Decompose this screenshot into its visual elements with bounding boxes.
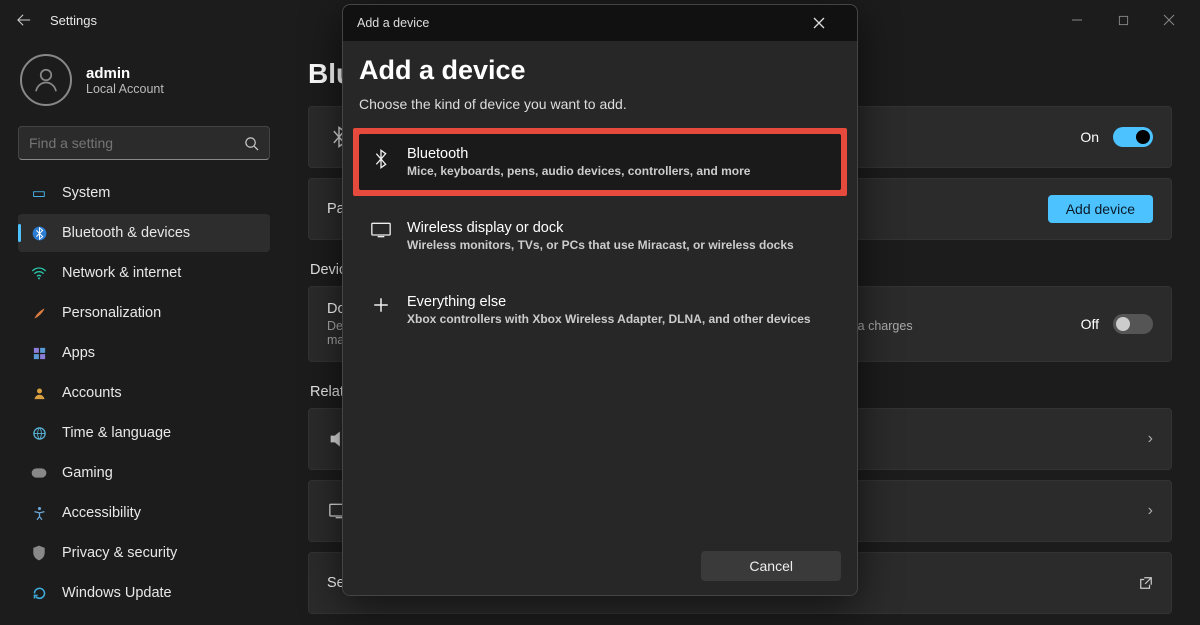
search-box[interactable] (18, 126, 270, 160)
sidebar: admin Local Account ▭ System Bluetooth &… (0, 40, 280, 625)
nav-gaming[interactable]: Gaming (18, 454, 270, 492)
download-state-label: Off (1081, 316, 1099, 332)
accessibility-icon (30, 504, 48, 522)
option-everything-else[interactable]: Everything else Xbox controllers with Xb… (359, 282, 841, 338)
maximize-icon (1118, 15, 1129, 26)
search-input[interactable] (29, 135, 244, 151)
option-desc: Mice, keyboards, pens, audio devices, co… (407, 164, 750, 178)
option-desc: Wireless monitors, TVs, or PCs that use … (407, 238, 794, 252)
plus-icon (369, 294, 393, 314)
nav-label: Gaming (62, 465, 113, 481)
dialog-titlebar-text: Add a device (357, 16, 429, 30)
update-icon (30, 584, 48, 602)
chevron-right-icon: › (1148, 502, 1153, 520)
bluetooth-toggle[interactable] (1113, 127, 1153, 147)
dialog-titlebar: Add a device (343, 5, 857, 41)
bluetooth-icon (369, 146, 393, 170)
nav-accounts[interactable]: Accounts (18, 374, 270, 412)
nav-label: Apps (62, 345, 95, 361)
close-icon (813, 17, 825, 29)
nav-time-language[interactable]: Time & language (18, 414, 270, 452)
person-icon (31, 65, 61, 95)
nav: ▭ System Bluetooth & devices Network & i… (18, 174, 270, 612)
download-toggle[interactable] (1113, 314, 1153, 334)
avatar (20, 54, 72, 106)
nav-label: Bluetooth & devices (62, 225, 190, 241)
minimize-icon (1071, 14, 1083, 26)
search-icon (244, 136, 259, 151)
add-device-dialog: Add a device Add a device Choose the kin… (342, 4, 858, 596)
back-button[interactable] (8, 4, 40, 36)
option-wireless-display[interactable]: Wireless display or dock Wireless monito… (359, 208, 841, 264)
gaming-icon (30, 464, 48, 482)
nav-label: Accounts (62, 385, 122, 401)
option-title: Wireless display or dock (407, 220, 794, 236)
globe-icon (30, 424, 48, 442)
bluetooth-state-label: On (1080, 129, 1099, 145)
arrow-left-icon (17, 13, 31, 27)
nav-label: Network & internet (62, 265, 181, 281)
nav-label: Privacy & security (62, 545, 177, 561)
brush-icon (30, 304, 48, 322)
window-controls (1054, 4, 1192, 36)
system-icon: ▭ (30, 184, 48, 202)
dialog-subheading: Choose the kind of device you want to ad… (359, 96, 841, 112)
minimize-button[interactable] (1054, 4, 1100, 36)
close-window-button[interactable] (1146, 4, 1192, 36)
option-bluetooth[interactable]: Bluetooth Mice, keyboards, pens, audio d… (359, 134, 841, 190)
profile[interactable]: admin Local Account (18, 54, 270, 106)
apps-icon (30, 344, 48, 362)
profile-sub: Local Account (86, 82, 164, 96)
nav-label: Windows Update (62, 585, 172, 601)
maximize-button[interactable] (1100, 4, 1146, 36)
open-icon (1139, 576, 1153, 590)
nav-label: Time & language (62, 425, 171, 441)
nav-apps[interactable]: Apps (18, 334, 270, 372)
dialog-close-button[interactable] (813, 17, 843, 29)
wifi-icon (30, 264, 48, 282)
window-title: Settings (50, 13, 97, 28)
display-icon (369, 220, 393, 238)
nav-personalization[interactable]: Personalization (18, 294, 270, 332)
nav-network[interactable]: Network & internet (18, 254, 270, 292)
add-device-button[interactable]: Add device (1048, 195, 1153, 223)
cancel-button[interactable]: Cancel (701, 551, 841, 581)
nav-privacy[interactable]: Privacy & security (18, 534, 270, 572)
nav-label: System (62, 185, 110, 201)
highlight-annotation: Bluetooth Mice, keyboards, pens, audio d… (353, 128, 847, 196)
shield-icon (30, 544, 48, 562)
nav-accessibility[interactable]: Accessibility (18, 494, 270, 532)
nav-windows-update[interactable]: Windows Update (18, 574, 270, 612)
profile-name: admin (86, 65, 164, 82)
close-icon (1163, 14, 1175, 26)
nav-label: Accessibility (62, 505, 141, 521)
chevron-right-icon: › (1148, 430, 1153, 448)
nav-bluetooth-devices[interactable]: Bluetooth & devices (18, 214, 270, 252)
option-desc: Xbox controllers with Xbox Wireless Adap… (407, 312, 811, 326)
dialog-heading: Add a device (359, 55, 841, 86)
option-title: Bluetooth (407, 146, 750, 162)
nav-label: Personalization (62, 305, 161, 321)
nav-system[interactable]: ▭ System (18, 174, 270, 212)
accounts-icon (30, 384, 48, 402)
option-title: Everything else (407, 294, 811, 310)
bluetooth-icon (30, 224, 48, 242)
